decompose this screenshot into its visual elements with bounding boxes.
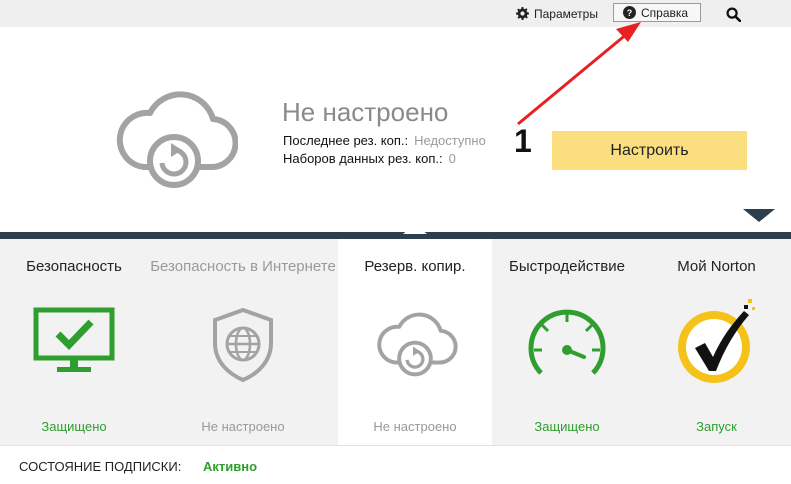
last-backup-value: Недоступно	[414, 133, 486, 148]
feature-tiles: Безопасность Защищено Безопасность в Инт…	[0, 239, 791, 445]
help-label: Справка	[641, 5, 689, 20]
subscription-status-label: СОСТОЯНИЕ ПОДПИСКИ:	[19, 459, 182, 474]
settings-link[interactable]: Параметры	[516, 5, 598, 22]
speedometer-icon	[528, 309, 606, 375]
norton-logo-icon	[677, 299, 755, 383]
help-button[interactable]: ? Справка	[613, 3, 702, 22]
section-divider	[0, 232, 791, 239]
tile-security[interactable]: Безопасность Защищено	[0, 239, 148, 445]
tile-status: Запуск	[696, 419, 737, 434]
backup-status-title: Не настроено	[282, 97, 449, 127]
question-circle-icon: ?	[623, 6, 636, 19]
cloud-backup-icon	[116, 91, 238, 188]
search-button[interactable]	[726, 6, 746, 23]
tile-title: Быстродействие	[509, 258, 625, 275]
search-icon	[726, 7, 741, 22]
configure-button[interactable]: Настроить	[552, 131, 747, 170]
cloud-backup-icon	[377, 312, 458, 377]
top-bar: Параметры ? Справка	[0, 0, 791, 27]
gear-icon	[516, 7, 529, 20]
tile-performance[interactable]: Быстродействие Защищено	[492, 239, 642, 445]
subscription-status-value[interactable]: Активно	[203, 459, 257, 474]
tile-title: Безопасность в Интернете	[150, 258, 336, 275]
last-backup-line: Последнее рез. коп.: Недоступно	[283, 133, 486, 148]
tile-status: Защищено	[534, 419, 600, 434]
backup-sets-value: 0	[448, 151, 456, 166]
annotation-number: 1	[514, 123, 532, 159]
tile-status: Не настроено	[373, 419, 457, 434]
monitor-check-icon	[33, 307, 115, 372]
tile-status: Не настроено	[201, 419, 285, 434]
tile-title: Резерв. копир.	[364, 258, 466, 275]
collapse-arrow-icon[interactable]	[743, 209, 775, 223]
subscription-bar: СОСТОЯНИЕ ПОДПИСКИ: Активно	[0, 445, 791, 484]
tile-my-norton[interactable]: Мой Norton Запуск	[642, 239, 791, 445]
tile-backup[interactable]: Резерв. копир. Не настроено	[338, 239, 492, 445]
globe-shield-icon	[213, 307, 273, 383]
active-tab-notch	[403, 224, 427, 234]
backup-sets-label: Наборов данных рез. коп.:	[283, 151, 443, 166]
backup-status-panel: Не настроено Последнее рез. коп.: Недосту…	[0, 27, 791, 232]
tile-internet-security[interactable]: Безопасность в Интернете Не настроено	[148, 239, 338, 445]
last-backup-label: Последнее рез. коп.:	[283, 133, 409, 148]
tile-status: Защищено	[41, 419, 107, 434]
backup-sets-line: Наборов данных рез. коп.: 0	[283, 151, 456, 166]
settings-label: Параметры	[534, 6, 598, 21]
svg-text:?: ?	[627, 8, 632, 18]
tile-title: Безопасность	[26, 258, 122, 275]
tile-title: Мой Norton	[677, 258, 756, 275]
